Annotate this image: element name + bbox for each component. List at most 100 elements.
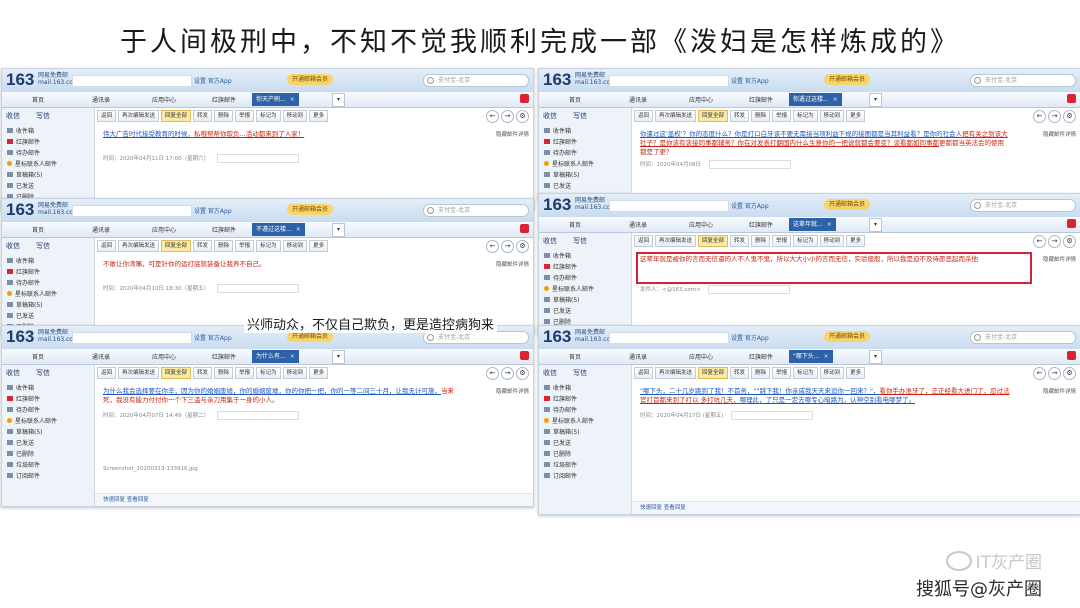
gear-icon[interactable]: ⚙ bbox=[516, 367, 529, 380]
top-links[interactable]: 设置 官方App bbox=[731, 333, 769, 342]
chevron-down-icon[interactable]: ▾ bbox=[869, 218, 882, 232]
sidebar-item[interactable]: 待办邮件 bbox=[544, 148, 594, 159]
next-icon[interactable]: → bbox=[501, 367, 514, 380]
vip-badge[interactable]: 开通邮箱会员 bbox=[824, 199, 871, 210]
nav-0[interactable]: 首页 bbox=[569, 220, 581, 229]
toolbar-btn-0[interactable]: 返回 bbox=[97, 240, 117, 252]
close-icon[interactable]: × bbox=[290, 96, 295, 103]
nav-3[interactable]: 红旗邮件 bbox=[749, 95, 773, 104]
gear-icon[interactable]: ⚙ bbox=[516, 240, 529, 253]
toolbar-btn-3[interactable]: 转发 bbox=[730, 367, 750, 379]
toolbar-btn-1[interactable]: 再次编辑发送 bbox=[655, 235, 697, 247]
top-links[interactable]: 设置 官方App bbox=[194, 333, 232, 342]
toolbar-btn-4[interactable]: 删除 bbox=[751, 235, 771, 247]
toolbar-btn-8[interactable]: 更多 bbox=[309, 240, 329, 252]
sidebar-item[interactable]: 红旗邮件 bbox=[544, 394, 594, 405]
nav-1[interactable]: 通讯录 bbox=[629, 95, 647, 104]
toolbar-btn-6[interactable]: 标记为 bbox=[256, 240, 281, 252]
next-icon[interactable]: → bbox=[1048, 367, 1061, 380]
search-input[interactable]: 支付宝-北京 bbox=[970, 199, 1076, 212]
sidebar-item[interactable]: 草稿箱(5) bbox=[544, 427, 594, 438]
close-icon[interactable]: × bbox=[823, 353, 828, 360]
toolbar-btn-6[interactable]: 标记为 bbox=[793, 235, 818, 247]
sidebar-item[interactable]: 已发送 bbox=[7, 438, 57, 449]
search-input[interactable]: 支付宝-北京 bbox=[423, 204, 529, 217]
nav-2[interactable]: 应用中心 bbox=[152, 352, 176, 361]
sidebar-item[interactable]: 已删除 bbox=[7, 449, 57, 460]
vip-badge[interactable]: 开通邮箱会员 bbox=[824, 74, 871, 85]
tab-current-mail[interactable]: 为什么有... × bbox=[252, 350, 299, 363]
close-icon[interactable]: × bbox=[827, 221, 832, 228]
receive-button[interactable]: 收信 bbox=[6, 369, 20, 377]
nav-1[interactable]: 通讯录 bbox=[92, 95, 110, 104]
toolbar-btn-3[interactable]: 转发 bbox=[730, 110, 750, 122]
next-icon[interactable]: → bbox=[1048, 235, 1061, 248]
receive-button[interactable]: 收信 bbox=[543, 237, 557, 245]
nav-1[interactable]: 通讯录 bbox=[629, 220, 647, 229]
toolbar-btn-1[interactable]: 再次编辑发送 bbox=[118, 367, 160, 379]
toolbar-btn-4[interactable]: 删除 bbox=[214, 110, 234, 122]
nav-1[interactable]: 通讯录 bbox=[92, 352, 110, 361]
sidebar-item[interactable]: 订阅邮件 bbox=[544, 471, 594, 482]
toolbar-btn-3[interactable]: 转发 bbox=[193, 240, 213, 252]
write-button[interactable]: 写信 bbox=[36, 369, 50, 377]
detail-toggle[interactable]: 隐藏邮件详情 bbox=[1043, 255, 1076, 263]
top-links[interactable]: 设置 官方App bbox=[194, 76, 232, 85]
sidebar-item[interactable]: 已发送 bbox=[7, 311, 57, 322]
sidebar-item[interactable]: 草稿箱(5) bbox=[544, 295, 594, 306]
toolbar-btn-8[interactable]: 更多 bbox=[309, 367, 329, 379]
toolbar-btn-1[interactable]: 再次编辑发送 bbox=[655, 367, 697, 379]
toolbar-btn-6[interactable]: 标记为 bbox=[256, 110, 281, 122]
write-button[interactable]: 写信 bbox=[36, 242, 50, 250]
sidebar-item[interactable]: 红旗邮件 bbox=[7, 267, 57, 278]
sidebar-item[interactable]: 草稿箱(5) bbox=[7, 300, 57, 311]
vip-badge[interactable]: 开通邮箱会员 bbox=[824, 331, 871, 342]
chevron-down-icon[interactable]: ▾ bbox=[869, 350, 882, 364]
nav-3[interactable]: 红旗邮件 bbox=[212, 352, 236, 361]
toolbar-btn-7[interactable]: 移动到 bbox=[282, 110, 308, 122]
prev-icon[interactable]: ← bbox=[486, 367, 499, 380]
sidebar-item[interactable]: 红旗邮件 bbox=[7, 137, 57, 148]
nav-3[interactable]: 红旗邮件 bbox=[212, 225, 236, 234]
sidebar-item[interactable]: 草稿箱(5) bbox=[7, 427, 57, 438]
nav-1[interactable]: 通讯录 bbox=[92, 225, 110, 234]
toolbar-btn-1[interactable]: 再次编辑发送 bbox=[118, 240, 160, 252]
toolbar-btn-0[interactable]: 返回 bbox=[97, 367, 117, 379]
sidebar-item[interactable]: 红旗邮件 bbox=[7, 394, 57, 405]
nav-0[interactable]: 首页 bbox=[569, 352, 581, 361]
sidebar-item[interactable]: 红旗邮件 bbox=[544, 262, 594, 273]
close-icon[interactable]: × bbox=[833, 96, 838, 103]
write-button[interactable]: 写信 bbox=[573, 112, 587, 120]
top-links[interactable]: 设置 官方App bbox=[194, 206, 232, 215]
sidebar-item[interactable]: 星标联系人邮件 bbox=[544, 159, 594, 170]
toolbar-btn-0[interactable]: 返回 bbox=[97, 110, 117, 122]
toolbar-btn-5[interactable]: 举报 bbox=[772, 110, 792, 122]
toolbar-btn-2[interactable]: 回复全部 bbox=[698, 110, 729, 122]
nav-0[interactable]: 首页 bbox=[32, 352, 44, 361]
flag-icon[interactable] bbox=[520, 351, 529, 360]
gear-icon[interactable]: ⚙ bbox=[516, 110, 529, 123]
gear-icon[interactable]: ⚙ bbox=[1063, 367, 1076, 380]
detail-toggle[interactable]: 隐藏邮件详情 bbox=[1043, 387, 1076, 395]
toolbar-btn-8[interactable]: 更多 bbox=[846, 367, 866, 379]
receive-button[interactable]: 收信 bbox=[6, 242, 20, 250]
flag-icon[interactable] bbox=[1067, 219, 1076, 228]
nav-0[interactable]: 首页 bbox=[32, 225, 44, 234]
chevron-down-icon[interactable]: ▾ bbox=[869, 93, 882, 107]
prev-icon[interactable]: ← bbox=[1033, 367, 1046, 380]
toolbar-btn-4[interactable]: 删除 bbox=[214, 367, 234, 379]
toolbar-btn-7[interactable]: 移动到 bbox=[819, 367, 845, 379]
nav-2[interactable]: 应用中心 bbox=[689, 352, 713, 361]
receive-button[interactable]: 收信 bbox=[6, 112, 20, 120]
sidebar-item[interactable]: 待办邮件 bbox=[7, 148, 57, 159]
nav-3[interactable]: 红旗邮件 bbox=[749, 352, 773, 361]
nav-1[interactable]: 通讯录 bbox=[629, 352, 647, 361]
toolbar-btn-7[interactable]: 移动到 bbox=[282, 240, 308, 252]
sidebar-item[interactable]: 垃圾邮件 bbox=[544, 460, 594, 471]
sidebar-item[interactable]: 收件箱 bbox=[7, 256, 57, 267]
toolbar-btn-6[interactable]: 标记为 bbox=[256, 367, 281, 379]
nav-2[interactable]: 应用中心 bbox=[152, 225, 176, 234]
toolbar-btn-4[interactable]: 删除 bbox=[214, 240, 234, 252]
toolbar-btn-5[interactable]: 举报 bbox=[772, 367, 792, 379]
write-button[interactable]: 写信 bbox=[573, 369, 587, 377]
